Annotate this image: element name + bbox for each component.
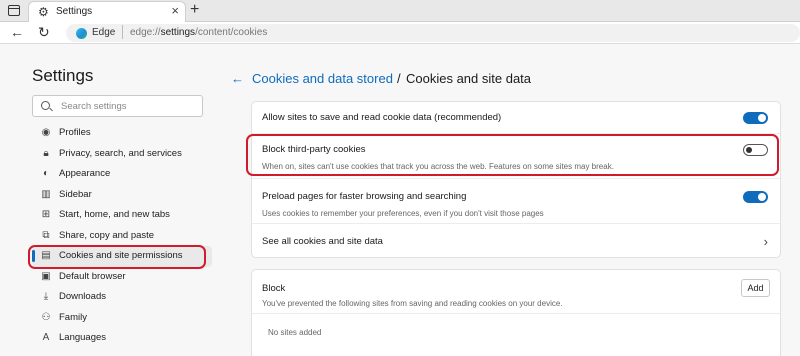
allow-cookies-toggle[interactable] <box>743 112 768 124</box>
add-block-button[interactable]: Add <box>741 279 770 297</box>
search-box[interactable] <box>32 95 203 117</box>
sidebar-item-label: Sidebar <box>59 188 92 200</box>
settings-title: Settings <box>32 66 94 85</box>
toolbar: ← ↻ Edge edge://settings/content/cookies <box>0 22 800 44</box>
refresh-icon[interactable]: ↻ <box>38 23 50 41</box>
sidebar-item-label: Family <box>59 311 87 323</box>
block-card: Block You've prevented the following sit… <box>251 269 781 356</box>
profile-icon: ◉ <box>41 127 51 138</box>
page-title: Cookies and site data <box>406 71 532 86</box>
address-brand: Edge <box>92 27 116 38</box>
sidebar-icon: ▥ <box>41 188 51 200</box>
sidebar-item-profiles[interactable]: ◉ Profiles <box>32 123 212 144</box>
address-divider <box>122 25 123 39</box>
sidebar-item-label: Privacy, search, and services <box>59 147 182 159</box>
sidebar-item-label: Downloads <box>59 291 106 302</box>
gear-icon: ⚙ <box>38 5 49 19</box>
download-icon: ⤓ <box>43 291 49 302</box>
sidebar-item-start-home[interactable]: ⊞ Start, home, and new tabs <box>32 205 212 226</box>
search-icon <box>41 101 50 110</box>
highlight-annotation <box>28 245 206 269</box>
settings-nav: ◉ Profiles 🔒︎ Privacy, search, and servi… <box>32 123 212 349</box>
settings-sidebar: Settings ◉ Profiles 🔒︎ Privacy, search, … <box>22 44 222 356</box>
sidebar-item-label: Default browser <box>59 270 126 282</box>
search-input[interactable] <box>61 100 201 113</box>
empty-state-text: No sites added <box>268 328 322 337</box>
sidebar-item-label: Profiles <box>59 127 91 138</box>
lock-icon: 🔒︎ <box>43 147 49 159</box>
edge-logo-icon <box>76 28 87 39</box>
back-arrow-icon[interactable]: ← <box>10 23 24 41</box>
address-bar[interactable]: Edge edge://settings/content/cookies <box>66 24 800 42</box>
see-all-cookies-label: See all cookies and site data <box>262 236 383 247</box>
close-tab-icon[interactable]: × <box>171 4 179 18</box>
setting-title: Preload pages for faster browsing and se… <box>262 191 467 202</box>
breadcrumb-parent-link[interactable]: Cookies and data stored <box>252 71 393 86</box>
cookie-settings-card: Allow sites to save and read cookie data… <box>251 101 781 258</box>
preload-pages-toggle[interactable] <box>743 191 768 203</box>
sidebar-item-label: Start, home, and new tabs <box>59 209 170 220</box>
setting-description: Uses cookies to remember your preference… <box>262 209 544 218</box>
sidebar-item-downloads[interactable]: ⤓ Downloads <box>32 287 212 308</box>
address-url[interactable]: edge://settings/content/cookies <box>130 27 267 38</box>
browser-icon: ▣ <box>41 270 51 282</box>
block-title: Block <box>262 283 286 294</box>
highlight-annotation <box>246 134 779 176</box>
sidebar-item-appearance[interactable]: ◐ Appearance <box>32 164 212 185</box>
window-menu-icon[interactable] <box>8 5 20 16</box>
tab-settings[interactable]: ⚙ Settings × <box>28 1 186 22</box>
sidebar-item-privacy[interactable]: 🔒︎ Privacy, search, and services <box>32 144 212 165</box>
back-arrow-icon[interactable]: ← <box>231 70 244 88</box>
divider <box>252 313 780 314</box>
sidebar-item-label: Appearance <box>59 168 111 179</box>
setting-row-preload: Preload pages for faster browsing and se… <box>252 179 780 224</box>
sidebar-item-languages[interactable]: A Languages <box>32 328 212 349</box>
share-icon: ⧉ <box>42 229 50 241</box>
languages-icon: A <box>42 332 50 343</box>
chevron-right-icon: › <box>763 234 768 249</box>
block-description: You've prevented the following sites fro… <box>262 299 563 308</box>
see-all-cookies-row[interactable]: See all cookies and site data › <box>252 224 780 258</box>
sidebar-item-label: Languages <box>59 332 107 343</box>
tab-strip: ⚙ Settings × + <box>0 0 800 22</box>
setting-title: Allow sites to save and read cookie data… <box>262 112 502 123</box>
new-tab-icon[interactable]: + <box>190 1 199 19</box>
breadcrumb-separator: / <box>397 71 401 86</box>
tab-title: Settings <box>56 6 93 17</box>
family-icon: ⚇ <box>41 311 51 323</box>
sidebar-item-family[interactable]: ⚇ Family <box>32 308 212 329</box>
home-icon: ⊞ <box>41 209 51 220</box>
sidebar-item-default-browser[interactable]: ▣ Default browser <box>32 267 212 288</box>
sidebar-item-share-copy[interactable]: ⧉ Share, copy and paste <box>32 226 212 247</box>
sidebar-item-label: Share, copy and paste <box>59 229 155 241</box>
sidebar-item-sidebar[interactable]: ▥ Sidebar <box>32 185 212 206</box>
setting-row-allow-cookies: Allow sites to save and read cookie data… <box>252 102 780 134</box>
appearance-icon: ◐ <box>42 168 50 179</box>
